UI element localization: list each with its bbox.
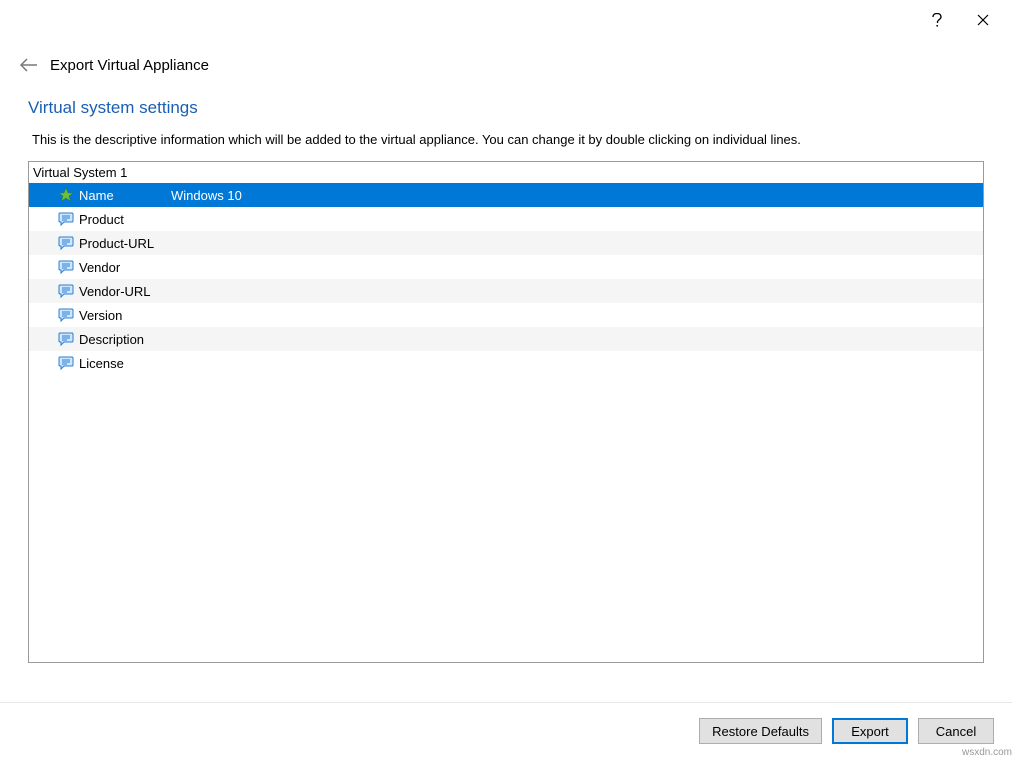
row-label: Name xyxy=(79,188,171,203)
row-name[interactable]: Name Windows 10 xyxy=(29,183,983,207)
help-button[interactable] xyxy=(914,5,960,35)
row-label: Product xyxy=(79,212,171,227)
row-vendor[interactable]: Vendor xyxy=(29,255,983,279)
group-header[interactable]: Virtual System 1 xyxy=(29,162,983,183)
cancel-button[interactable]: Cancel xyxy=(918,718,994,744)
comment-icon xyxy=(57,354,75,372)
comment-icon xyxy=(57,306,75,324)
section-description: This is the descriptive information whic… xyxy=(0,128,1012,161)
row-license[interactable]: License xyxy=(29,351,983,375)
row-product-url[interactable]: Product-URL xyxy=(29,231,983,255)
row-product[interactable]: Product xyxy=(29,207,983,231)
restore-defaults-button[interactable]: Restore Defaults xyxy=(699,718,822,744)
row-vendor-url[interactable]: Vendor-URL xyxy=(29,279,983,303)
comment-icon xyxy=(57,282,75,300)
row-value: Windows 10 xyxy=(171,188,983,203)
comment-icon xyxy=(57,258,75,276)
star-icon xyxy=(57,186,75,204)
row-label: Version xyxy=(79,308,171,323)
row-label: Vendor-URL xyxy=(79,284,171,299)
row-label: License xyxy=(79,356,171,371)
comment-icon xyxy=(57,234,75,252)
watermark: wsxdn.com xyxy=(962,747,1012,758)
row-label: Vendor xyxy=(79,260,171,275)
page-title: Export Virtual Appliance xyxy=(50,57,209,74)
comment-icon xyxy=(57,330,75,348)
settings-list[interactable]: Virtual System 1 Name Windows 10 Product xyxy=(28,161,984,663)
section-title: Virtual system settings xyxy=(0,98,1012,128)
comment-icon xyxy=(57,210,75,228)
row-label: Product-URL xyxy=(79,236,171,251)
back-button[interactable] xyxy=(18,54,40,76)
close-button[interactable] xyxy=(960,5,1006,35)
row-version[interactable]: Version xyxy=(29,303,983,327)
export-button[interactable]: Export xyxy=(832,718,908,744)
row-description[interactable]: Description xyxy=(29,327,983,351)
row-label: Description xyxy=(79,332,171,347)
